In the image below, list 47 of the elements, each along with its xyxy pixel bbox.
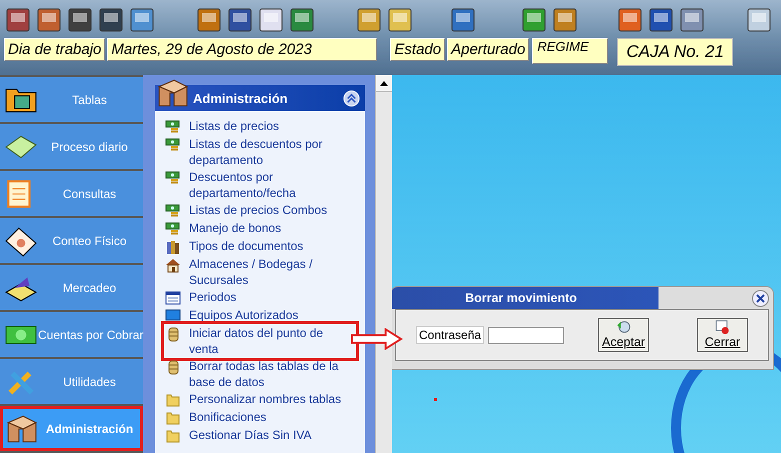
task-link[interactable]: Periodos — [189, 289, 236, 305]
pen-and-paper-icon — [5, 227, 37, 256]
field-value: Martes, 29 de Agosto de 2023 — [107, 38, 378, 61]
task-link[interactable]: Descuentos por departamento/fecha — [189, 169, 349, 201]
books-icon — [165, 239, 181, 255]
paper-icon — [5, 135, 37, 158]
cash-register-label: CAJA No. 21 — [617, 38, 733, 66]
task-link[interactable]: Equipos Autorizados — [189, 307, 298, 323]
task-link[interactable]: Borrar todas las tablas de la base de datos — [189, 358, 349, 390]
megaphone-icon — [5, 276, 37, 301]
collapse-icon[interactable] — [343, 90, 360, 106]
banknote-icon — [6, 325, 36, 344]
task-link[interactable]: Tipos de documentos — [189, 238, 304, 254]
panel-title: Administración — [193, 90, 289, 106]
field-label: Estado — [390, 38, 446, 61]
task-link[interactable]: Iniciar datos del punto de venta — [189, 325, 349, 357]
dot-mark — [434, 398, 437, 401]
scroll-up-icon[interactable] — [376, 75, 392, 92]
house-icon — [165, 257, 181, 273]
task-link[interactable]: Manejo de bonos — [189, 220, 282, 236]
task-link[interactable]: Listas de descuentos por departamento — [189, 136, 349, 168]
dialog-title: Borrar movimiento — [464, 291, 578, 305]
regime-label: REGIME — [532, 38, 608, 64]
tools-icon — [8, 371, 34, 394]
close-button[interactable]: Cerrar — [697, 318, 748, 352]
accept-button[interactable]: Aceptar — [598, 318, 650, 352]
task-link[interactable]: Personalizar nombres tablas — [189, 391, 342, 407]
password-field[interactable] — [488, 326, 564, 344]
folder-icon — [165, 392, 181, 408]
task-link[interactable]: Bonificaciones — [189, 409, 266, 425]
folder-icon — [6, 88, 36, 112]
notepad-icon — [7, 180, 31, 208]
desk-icon — [6, 415, 38, 442]
task-link[interactable]: Gestionar Días Sin IVA — [189, 427, 312, 443]
field-value: Aperturado — [447, 38, 530, 61]
desk-icon — [158, 80, 188, 106]
folder-icon — [165, 428, 181, 444]
task-link[interactable]: Almacenes / Bodegas / Sucursales — [189, 256, 349, 288]
close-icon[interactable] — [752, 290, 769, 306]
task-link[interactable]: Listas de precios Combos — [189, 202, 328, 218]
folder-icon — [165, 410, 181, 426]
arrow-drawing — [351, 328, 403, 350]
window-close-icon — [714, 319, 731, 335]
password-label: Contraseña — [416, 326, 484, 344]
task-link[interactable]: Listas de precios — [189, 118, 280, 134]
field-label: Dia de trabajo — [4, 38, 106, 61]
clock-arrow-icon — [615, 319, 632, 335]
